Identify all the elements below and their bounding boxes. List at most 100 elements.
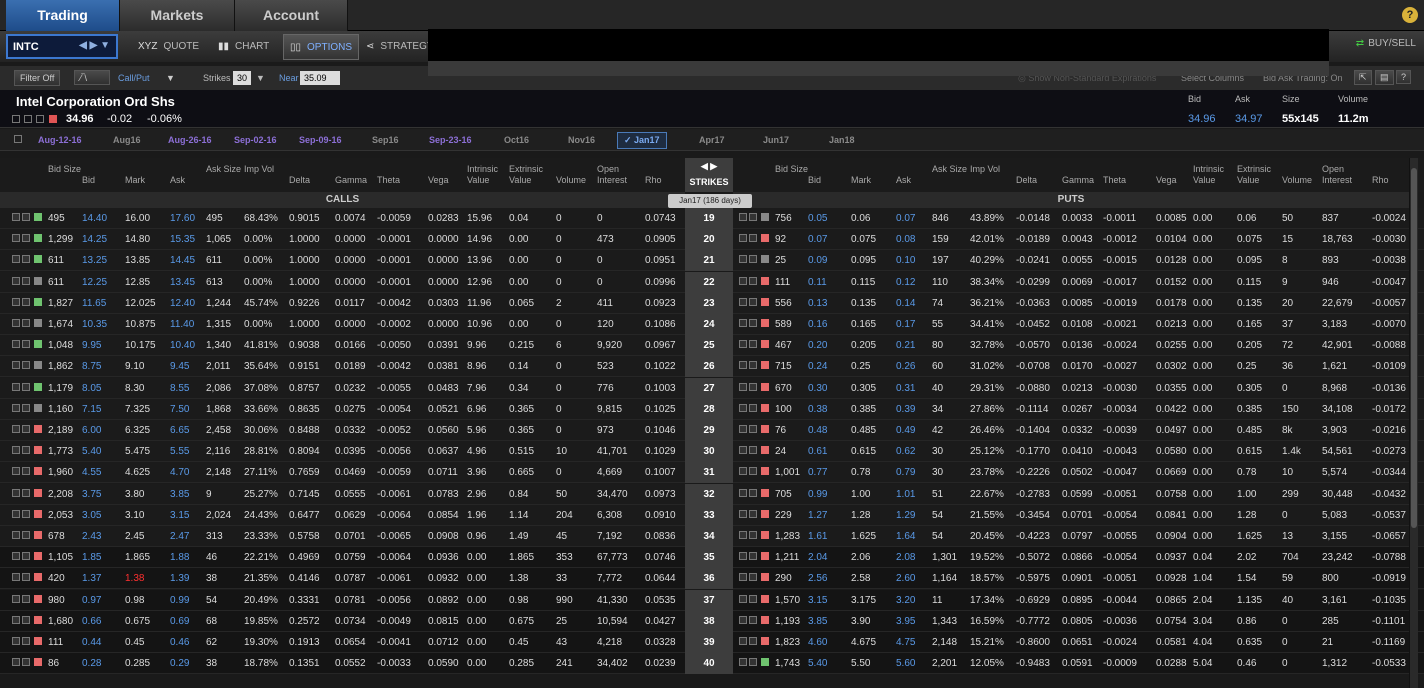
expiration-aug-12-16[interactable]: Aug-12-16 <box>38 135 82 145</box>
expiration-oct16[interactable]: Oct16 <box>504 135 529 145</box>
option-row[interactable]: 1,179 8.05 8.30 8.55 2,086 37.08% 0.8757 0.0232… <box>0 377 1424 399</box>
strikes-chevron-icon[interactable]: ▼ <box>256 73 265 83</box>
strike-price[interactable]: 35 <box>685 547 733 569</box>
puts-col-1[interactable]: Bid <box>808 175 821 186</box>
print-icon[interactable]: ▤ <box>1375 70 1394 85</box>
option-row[interactable]: 1,105 1.85 1.865 1.88 46 22.21% 0.4969 0.0759 -0… <box>0 547 1424 569</box>
row-expand-icon[interactable] <box>739 276 747 285</box>
row-chart-icon[interactable] <box>22 658 30 667</box>
help-small-icon[interactable]: ? <box>1396 70 1412 84</box>
row-expand-icon[interactable] <box>739 552 747 561</box>
option-row[interactable]: 86 0.28 0.285 0.29 38 18.78% 0.1351 0.0552 -0.00… <box>0 653 1424 675</box>
puts-col-7[interactable]: Gamma <box>1062 175 1094 186</box>
row-chart-icon[interactable] <box>749 382 757 391</box>
calls-col-2[interactable]: Mark <box>125 175 145 186</box>
calls-col-10[interactable]: Intrinsic Value <box>467 164 503 186</box>
expiration-nov16[interactable]: Nov16 <box>568 135 595 145</box>
row-expand-icon[interactable] <box>739 467 747 476</box>
strikes-input[interactable]: 30 <box>233 71 252 85</box>
row-expand-icon[interactable] <box>12 615 20 624</box>
row-chart-icon[interactable] <box>22 488 30 497</box>
expiration-sep16[interactable]: Sep16 <box>372 135 399 145</box>
expiration-jan17[interactable]: ✓ Jan17 <box>617 132 667 149</box>
row-expand-icon[interactable] <box>739 425 747 433</box>
option-row[interactable]: 2,208 3.75 3.80 3.85 9 25.27% 0.7145 0.0555 -0.0… <box>0 483 1424 505</box>
option-row[interactable]: 1,827 11.65 12.025 12.40 1,244 45.74% 0.9226 0.… <box>0 292 1424 314</box>
calls-col-12[interactable]: Volume <box>556 175 586 186</box>
row-chart-icon[interactable] <box>22 234 30 243</box>
row-expand-icon[interactable] <box>12 213 20 221</box>
strike-price[interactable]: 20 <box>685 229 733 251</box>
calls-col-6[interactable]: Delta <box>289 175 310 186</box>
calls-col-14[interactable]: Rho <box>645 175 662 186</box>
strike-price[interactable]: 25 <box>685 335 733 357</box>
strike-price[interactable]: 27 <box>685 377 733 399</box>
strike-price[interactable]: 37 <box>685 589 733 611</box>
calls-col-11[interactable]: Extrinsic Value <box>509 164 545 186</box>
row-expand-icon[interactable] <box>739 658 747 667</box>
strikes-arrows-icon[interactable]: ◀ ▶ <box>685 158 733 172</box>
near-input[interactable]: 35.09 <box>300 71 340 85</box>
row-chart-icon[interactable] <box>749 319 757 327</box>
strike-price[interactable]: 26 <box>685 356 733 378</box>
row-expand-icon[interactable] <box>12 382 20 391</box>
row-chart-icon[interactable] <box>749 488 757 497</box>
row-expand-icon[interactable] <box>12 637 20 645</box>
strike-price[interactable]: 23 <box>685 292 733 314</box>
row-expand-icon[interactable] <box>12 255 20 264</box>
row-chart-icon[interactable] <box>749 446 757 455</box>
row-expand-icon[interactable] <box>12 552 20 561</box>
strike-price[interactable]: 22 <box>685 271 733 293</box>
option-row[interactable]: 611 13.25 13.85 14.45 611 0.00% 1.0000 0.0000 -0… <box>0 250 1424 272</box>
strike-price[interactable]: 30 <box>685 441 733 463</box>
expand-icon[interactable] <box>12 115 20 123</box>
row-chart-icon[interactable] <box>749 658 757 667</box>
row-chart-icon[interactable] <box>22 213 30 221</box>
row-expand-icon[interactable] <box>12 276 20 285</box>
row-chart-icon[interactable] <box>749 403 757 412</box>
row-chart-icon[interactable] <box>749 234 757 243</box>
expiration-aug16[interactable]: Aug16 <box>113 135 141 145</box>
expiration-apr17[interactable]: Apr17 <box>699 135 725 145</box>
expiration-sep-23-16[interactable]: Sep-23-16 <box>429 135 472 145</box>
calls-col-3[interactable]: Ask <box>170 175 185 186</box>
tab-markets[interactable]: Markets <box>120 0 235 31</box>
strike-price[interactable]: 31 <box>685 462 733 484</box>
row-expand-icon[interactable] <box>739 382 747 391</box>
calls-col-8[interactable]: Theta <box>377 175 400 186</box>
row-chart-icon[interactable] <box>749 276 757 285</box>
expiration-jun17[interactable]: Jun17 <box>763 135 789 145</box>
calls-col-1[interactable]: Bid <box>82 175 95 186</box>
row-expand-icon[interactable] <box>739 297 747 306</box>
row-expand-icon[interactable] <box>12 425 20 433</box>
strike-price[interactable]: 28 <box>685 398 733 420</box>
strike-price[interactable]: 19 <box>685 208 733 229</box>
puts-col-10[interactable]: Intrinsic Value <box>1193 164 1229 186</box>
strike-price[interactable]: 40 <box>685 653 733 675</box>
calls-col-5[interactable]: Imp Vol <box>244 164 280 175</box>
payoff-icon[interactable]: ⁄‾\ <box>74 70 110 85</box>
strikes-header[interactable]: ◀ ▶ STRIKES <box>685 158 733 192</box>
row-expand-icon[interactable] <box>739 255 747 264</box>
row-expand-icon[interactable] <box>739 509 747 518</box>
options-button[interactable]: ▯▯ OPTIONS <box>283 34 360 60</box>
row-chart-icon[interactable] <box>22 340 30 349</box>
row-chart-icon[interactable] <box>22 319 30 327</box>
row-expand-icon[interactable] <box>739 637 747 645</box>
row-chart-icon[interactable] <box>22 594 30 603</box>
filter-off-button[interactable]: Filter Off <box>14 70 61 86</box>
tab-account[interactable]: Account <box>235 0 348 31</box>
expiration-sep-09-16[interactable]: Sep-09-16 <box>299 135 342 145</box>
puts-col-2[interactable]: Mark <box>851 175 871 186</box>
expiration-jan18[interactable]: Jan18 <box>829 135 855 145</box>
row-chart-icon[interactable] <box>749 425 757 433</box>
row-chart-icon[interactable] <box>749 573 757 582</box>
option-row[interactable]: 1,299 14.25 14.80 15.35 1,065 0.00% 1.0000 0.00… <box>0 229 1424 251</box>
puts-col-12[interactable]: Volume <box>1282 175 1312 186</box>
row-expand-icon[interactable] <box>12 319 20 327</box>
expiration-sep-02-16[interactable]: Sep-02-16 <box>234 135 277 145</box>
puts-col-6[interactable]: Delta <box>1016 175 1037 186</box>
calls-col-4[interactable]: Ask Size <box>206 164 242 175</box>
row-chart-icon[interactable] <box>22 552 30 561</box>
option-row[interactable]: 980 0.97 0.98 0.99 54 20.49% 0.3331 0.0781 -0.00… <box>0 589 1424 611</box>
